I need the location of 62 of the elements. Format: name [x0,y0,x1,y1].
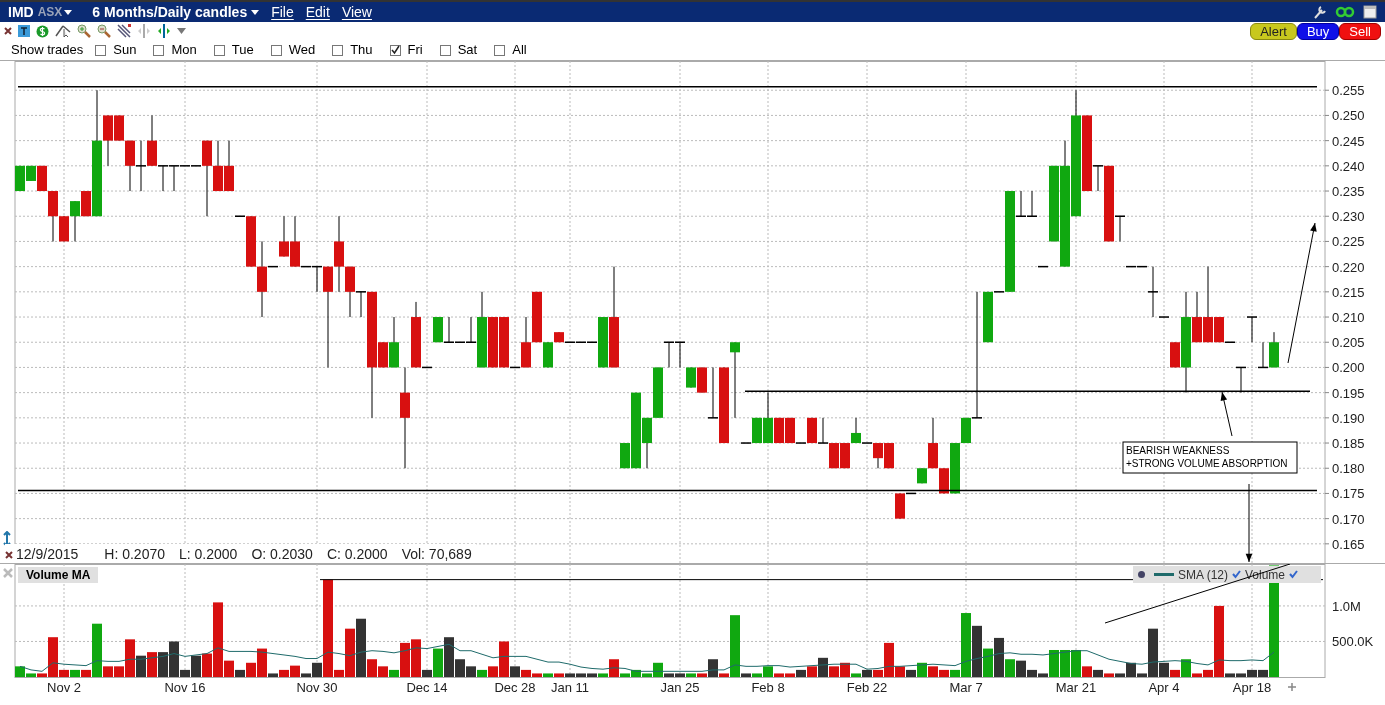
price-value: H: 0.2070 [104,545,165,564]
axis-label: 0.165 [1332,536,1365,552]
axis-label: 0.255 [1332,83,1365,99]
axis-label: 0.240 [1332,158,1365,174]
menu-item[interactable]: View [341,1,372,23]
menu-item[interactable]: File [271,1,294,23]
annotation-text: BEARISH WEAKNESS [1126,445,1230,456]
date-label: 12/9/2015 [16,545,79,564]
axis-label: 0.220 [1332,259,1365,275]
axis-label: 500.0K [1332,634,1374,650]
price-value: L: 0.2000 [179,545,238,564]
axis-label: 0.215 [1332,284,1365,300]
checkbox-label: Sun [113,41,137,60]
axis-label: 0.185 [1332,436,1365,452]
checkbox-label: Fri [407,41,423,60]
axis-label: 0.180 [1332,461,1365,477]
show-trades-label: Show trades [11,41,84,60]
axis-label: Nov 2 [47,680,81,695]
checkbox-label: Thu [350,41,373,60]
axis-label: Mar 7 [949,680,983,695]
checkbox-label: Mon [171,41,197,60]
axis-label: Feb 22 [846,680,888,695]
checkbox-label: Tue [231,41,254,60]
axis-label: Apr 4 [1148,680,1180,695]
panel-title: Volume MA [18,567,99,583]
axis-label: Dec 28 [494,680,536,695]
symbol: IMD [8,2,34,22]
axis-label: Jan 25 [660,680,700,695]
price-value: O: 0.2030 [251,545,313,564]
axis-label: Nov 30 [296,680,338,695]
axis-label: 0.235 [1332,184,1365,200]
axis-label: 0.195 [1332,385,1365,401]
price-value: C: 0.2000 [326,545,388,564]
axis-label: Mar 21 [1055,680,1097,695]
axis-label: Nov 16 [164,680,206,695]
axis-label: Feb 8 [751,680,785,695]
alert-button[interactable]: Alert [1250,22,1297,40]
axis-label: 0.210 [1332,310,1365,326]
axis-label: 0.200 [1332,360,1365,376]
exchange-dropdown[interactable]: ASX [37,3,73,21]
checkbox-label: Sat [457,41,478,60]
axis-label: 0.170 [1332,511,1365,527]
annotation-text: +STRONG VOLUME ABSORPTION [1126,458,1288,469]
price-value: Vol: 70,689 [401,545,472,564]
axis-label: 0.225 [1332,234,1365,250]
checkbox-label: Wed [288,41,316,60]
axis-label: 0.205 [1332,335,1365,351]
axis-label: Jan 11 [550,680,590,695]
axis-label: 0.175 [1332,486,1365,502]
axis-label: 0.250 [1332,108,1365,124]
axis-label: Dec 14 [406,680,448,695]
axis-label: 1.0M [1332,598,1361,614]
legend-label: SMA (12) [1178,566,1228,584]
sell-button[interactable]: Sell [1339,22,1381,40]
axis-label: 0.190 [1332,410,1365,426]
period-dropdown[interactable]: 6 Months/Daily candles [92,1,260,23]
menu-item[interactable]: Edit [305,1,330,23]
axis-label: 0.245 [1332,133,1365,149]
axis-label: 0.230 [1332,209,1365,225]
checkbox-label: All [512,41,527,60]
axis-label: Apr 18 [1232,680,1272,695]
buy-button[interactable]: Buy [1296,22,1340,40]
